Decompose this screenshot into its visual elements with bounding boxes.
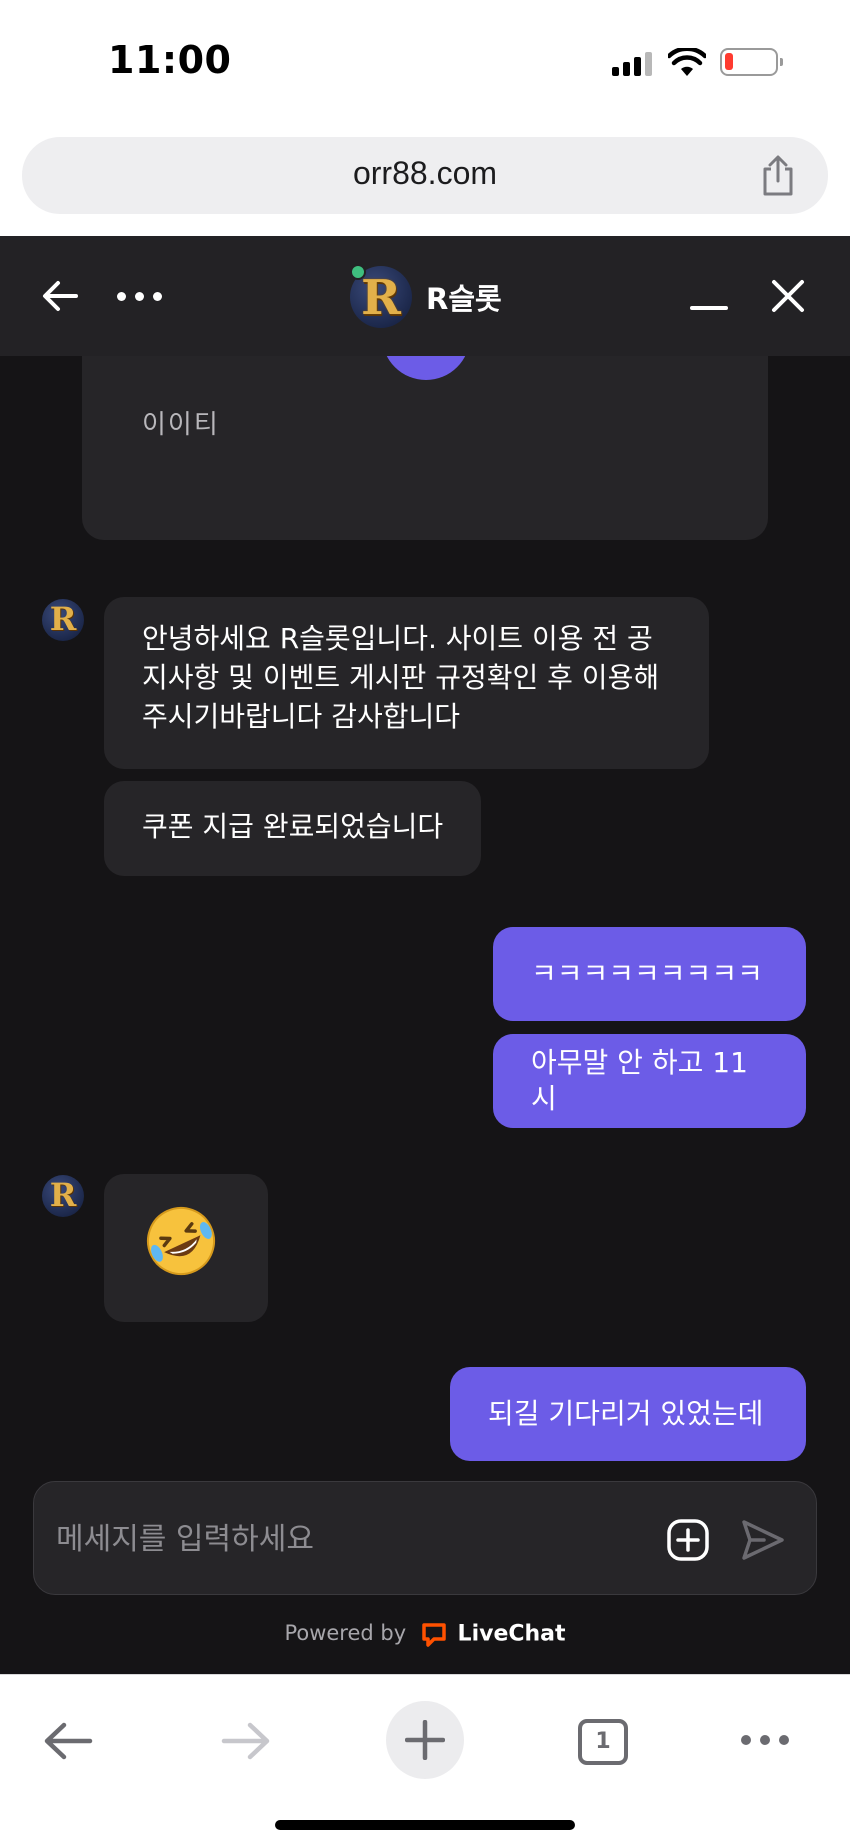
tab-count-button[interactable]: 1 xyxy=(578,1719,628,1765)
card-text: 이이티 xyxy=(142,410,220,440)
more-options-icon[interactable] xyxy=(740,1733,790,1747)
browser-toolbar: 1 xyxy=(0,1674,850,1843)
address-bar[interactable]: orr88.com xyxy=(22,137,828,214)
powered-by-footer[interactable]: Powered by LiveChat xyxy=(0,1621,850,1647)
share-icon[interactable] xyxy=(758,155,798,197)
agent-emoji-bubble xyxy=(104,1174,268,1322)
url-text: orr88.com xyxy=(352,155,498,191)
chat-title: R슬롯 xyxy=(426,282,502,316)
back-arrow-icon[interactable] xyxy=(42,1721,94,1761)
minimize-icon[interactable] xyxy=(690,306,728,310)
cellular-signal-icon xyxy=(612,52,654,76)
status-bar: 11:00 xyxy=(0,0,850,125)
close-icon[interactable] xyxy=(768,276,808,316)
new-tab-button[interactable] xyxy=(386,1701,464,1779)
avatar-logo-letter: R xyxy=(49,1176,77,1214)
agent-message-avatar: R xyxy=(42,1175,84,1217)
chat-widget: R R슬롯 이이티 R 안녕하세요 R슬롯입니다. 사이트 이용 전 공지사항 … xyxy=(0,236,850,1674)
send-icon[interactable] xyxy=(740,1518,786,1562)
forward-arrow-icon[interactable] xyxy=(220,1721,272,1761)
status-time: 11:00 xyxy=(108,38,232,82)
agent-message-bubble: 안녕하세요 R슬롯입니다. 사이트 이용 전 공지사항 및 이벤트 게시판 규정… xyxy=(104,597,709,769)
user-message-bubble: 되길 기다리거 있었는데 xyxy=(450,1367,806,1461)
user-message-bubble: 아무말 안 하고 11시 xyxy=(493,1034,806,1128)
agent-message-avatar: R xyxy=(42,599,84,641)
welcome-card: 이이티 xyxy=(82,306,768,540)
more-options-icon[interactable] xyxy=(115,288,165,304)
home-indicator xyxy=(275,1820,575,1830)
message-composer xyxy=(33,1481,817,1595)
chat-header: R R슬롯 xyxy=(0,236,850,356)
battery-icon xyxy=(720,48,783,76)
livechat-brand: LiveChat xyxy=(457,1621,566,1647)
user-message-bubble: ㅋㅋㅋㅋㅋㅋㅋㅋㅋ xyxy=(493,927,806,1021)
message-input[interactable] xyxy=(56,1512,616,1566)
powered-by-label: Powered by xyxy=(284,1621,407,1645)
avatar-logo-letter: R xyxy=(49,600,77,638)
rolling-on-floor-laughing-icon xyxy=(147,1207,215,1275)
livechat-logo-icon xyxy=(422,1623,446,1647)
back-arrow-icon[interactable] xyxy=(40,276,80,316)
agent-message-bubble: 쿠폰 지급 완료되었습니다 xyxy=(104,781,482,876)
attach-plus-icon[interactable] xyxy=(666,1518,710,1562)
message-list[interactable]: 이이티 R 안녕하세요 R슬롯입니다. 사이트 이용 전 공지사항 및 이벤트 … xyxy=(0,306,850,1674)
plus-icon xyxy=(405,1720,445,1760)
online-status-dot xyxy=(350,264,366,280)
wifi-icon xyxy=(668,48,706,76)
